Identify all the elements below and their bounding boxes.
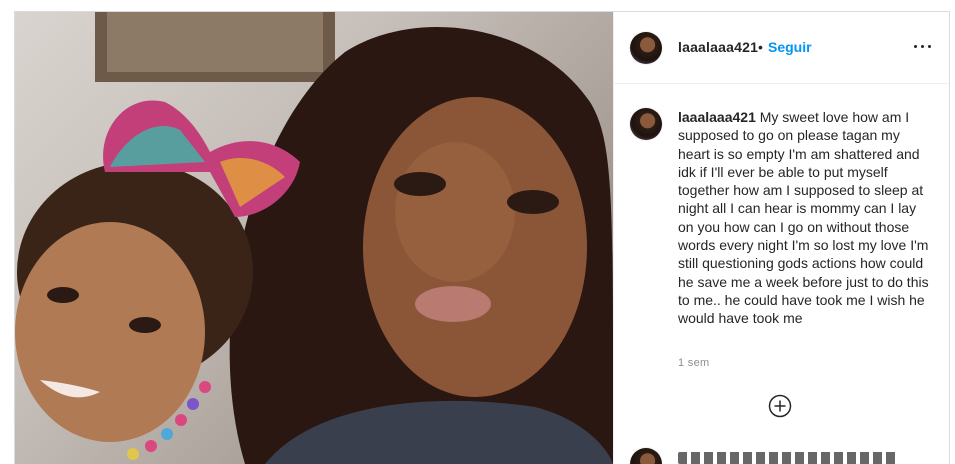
photo-illustration xyxy=(15,12,613,464)
bead xyxy=(161,428,173,440)
comment-preview xyxy=(678,452,898,464)
plus-circle-icon[interactable] xyxy=(768,394,792,418)
comment-avatar[interactable] xyxy=(630,448,662,464)
caption-text: My sweet love how am I supposed to go on… xyxy=(678,109,929,327)
post-photo[interactable] xyxy=(15,12,613,464)
header-separator: • xyxy=(758,39,763,55)
woman-lips xyxy=(415,286,491,322)
child-eye-right xyxy=(129,317,161,333)
post-timestamp[interactable]: 1 sem xyxy=(678,357,709,369)
bead xyxy=(187,398,199,410)
bead xyxy=(145,440,157,452)
bead xyxy=(127,448,139,460)
post-container: laaalaaa421 • Seguir laaalaaa421 My swee… xyxy=(14,11,950,464)
post-side-panel: laaalaaa421 • Seguir laaalaaa421 My swee… xyxy=(614,12,949,464)
caption-avatar[interactable] xyxy=(630,108,662,140)
header-username[interactable]: laaalaaa421 xyxy=(678,39,758,55)
post-caption: laaalaaa421 My sweet love how am I suppo… xyxy=(678,108,933,328)
follow-button[interactable]: Seguir xyxy=(768,39,812,55)
child-face xyxy=(15,222,205,442)
woman-eye-right xyxy=(507,190,559,214)
woman-face-highlight xyxy=(395,142,515,282)
wall-frame-inner xyxy=(107,12,323,72)
profile-avatar-icon[interactable] xyxy=(630,32,662,64)
child-eye-left xyxy=(47,287,79,303)
bead xyxy=(199,381,211,393)
more-options-icon[interactable] xyxy=(912,36,934,56)
caption-username[interactable]: laaalaaa421 xyxy=(678,109,756,125)
woman-eye-left xyxy=(394,172,446,196)
bead xyxy=(175,414,187,426)
post-header: laaalaaa421 • Seguir xyxy=(614,12,949,84)
